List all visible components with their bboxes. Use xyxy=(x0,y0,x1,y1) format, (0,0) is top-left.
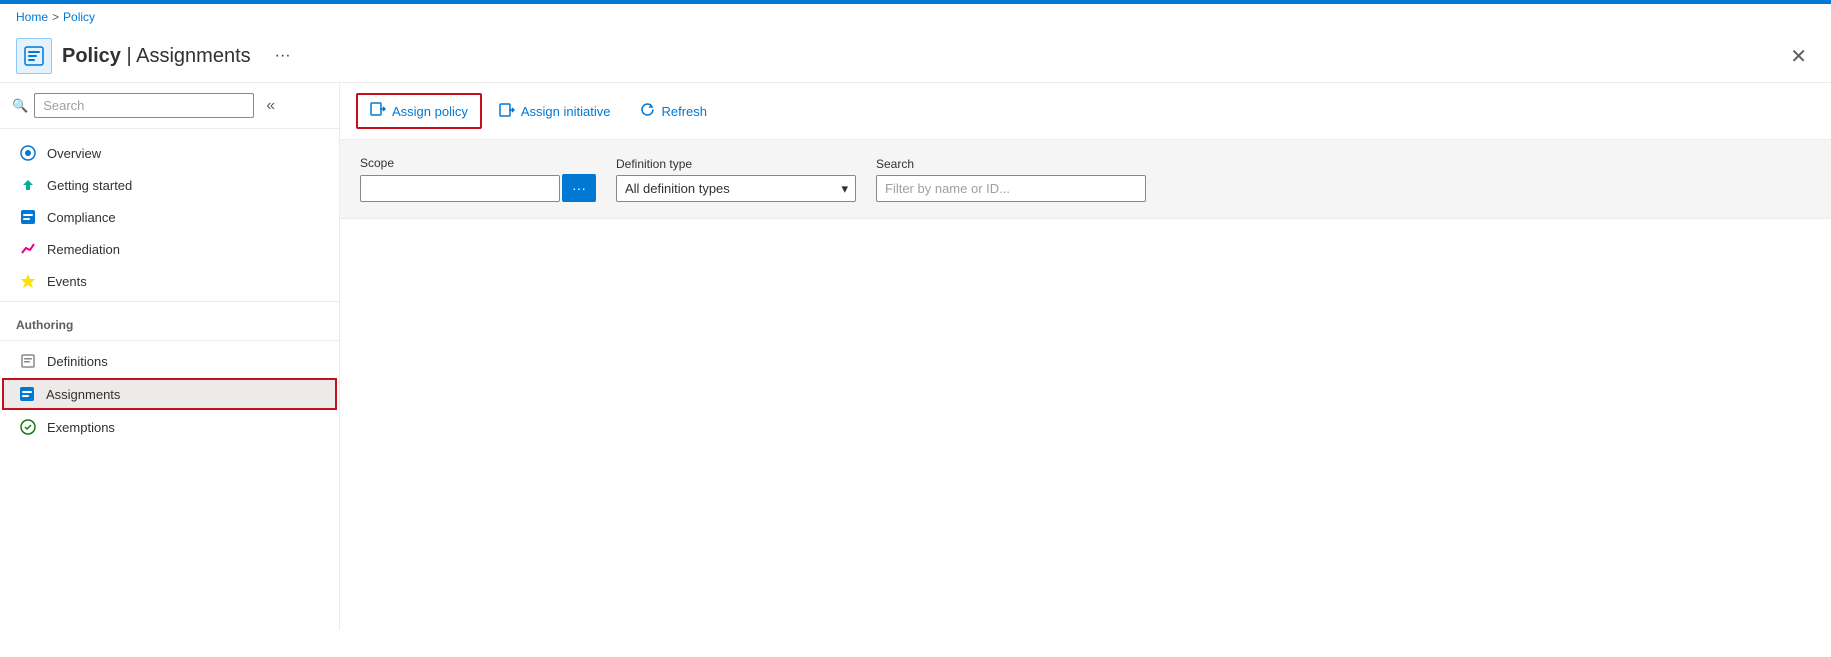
sidebar-item-getting-started-label: Getting started xyxy=(47,178,132,193)
refresh-icon xyxy=(640,102,655,120)
sidebar-item-overview[interactable]: Overview xyxy=(0,137,339,169)
refresh-button[interactable]: Refresh xyxy=(627,95,720,127)
assign-policy-button[interactable]: Assign policy xyxy=(356,93,482,129)
definition-type-label: Definition type xyxy=(616,157,856,171)
sidebar-item-definitions-label: Definitions xyxy=(47,354,108,369)
overview-icon xyxy=(19,144,37,162)
search-filter-input[interactable] xyxy=(876,175,1146,202)
sidebar-item-exemptions-label: Exemptions xyxy=(47,420,115,435)
authoring-divider2 xyxy=(0,340,339,341)
assign-policy-label: Assign policy xyxy=(392,104,468,119)
scope-browse-button[interactable]: ··· xyxy=(562,174,596,202)
refresh-label: Refresh xyxy=(661,104,707,119)
scope-label: Scope xyxy=(360,156,596,170)
sidebar-item-compliance[interactable]: Compliance xyxy=(0,201,339,233)
assign-initiative-label: Assign initiative xyxy=(521,104,611,119)
search-icon: 🔍 xyxy=(12,98,28,114)
compliance-icon xyxy=(19,208,37,226)
header-left: Policy | Assignments ··· xyxy=(16,38,299,74)
exemptions-icon xyxy=(19,418,37,436)
search-input[interactable] xyxy=(34,93,254,118)
definitions-icon xyxy=(19,352,37,370)
filter-bar: Scope ··· Definition type All definition… xyxy=(340,140,1831,219)
authoring-section-label: Authoring xyxy=(0,306,339,336)
nav-items: Overview Getting started Compliance Reme… xyxy=(0,129,339,451)
sidebar-item-remediation-label: Remediation xyxy=(47,242,120,257)
remediation-icon xyxy=(19,240,37,258)
breadcrumb-policy[interactable]: Policy xyxy=(63,10,95,24)
breadcrumb-separator: > xyxy=(52,10,59,24)
page-title: Policy | Assignments xyxy=(62,45,251,68)
sidebar-search-area: 🔍 « xyxy=(0,83,339,129)
search-filter-group: Search xyxy=(876,157,1146,202)
scope-input[interactable] xyxy=(360,175,560,202)
assign-policy-icon xyxy=(370,101,386,121)
policy-page-icon xyxy=(16,38,52,74)
sidebar-item-assignments-label: Assignments xyxy=(46,387,120,402)
definition-type-filter-group: Definition type All definition types Pol… xyxy=(616,157,856,202)
collapse-sidebar-button[interactable]: « xyxy=(260,95,281,117)
sidebar-item-events-label: Events xyxy=(47,274,87,289)
scope-filter-group: Scope ··· xyxy=(360,156,596,202)
main-layout: 🔍 « Overview Getting started xyxy=(0,83,1831,630)
assign-initiative-icon xyxy=(499,102,515,121)
page-header: Policy | Assignments ··· ✕ xyxy=(0,30,1831,83)
assignments-icon xyxy=(18,385,36,403)
sidebar-item-definitions[interactable]: Definitions xyxy=(0,345,339,377)
more-options-button[interactable]: ··· xyxy=(267,43,299,69)
search-filter-label: Search xyxy=(876,157,1146,171)
close-button[interactable]: ✕ xyxy=(1782,40,1815,73)
definition-type-select[interactable]: All definition types Policy Initiative xyxy=(616,175,856,202)
sidebar-item-events[interactable]: Events xyxy=(0,265,339,297)
definition-type-select-wrapper: All definition types Policy Initiative xyxy=(616,175,856,202)
sidebar-item-assignments[interactable]: Assignments xyxy=(2,378,337,410)
sidebar-item-compliance-label: Compliance xyxy=(47,210,116,225)
sidebar-item-overview-label: Overview xyxy=(47,146,101,161)
scope-input-group: ··· xyxy=(360,174,596,202)
content-area xyxy=(340,219,1831,630)
main-content: Assign policy Assign initiative Refresh xyxy=(340,83,1831,630)
sidebar-item-exemptions[interactable]: Exemptions xyxy=(0,411,339,443)
events-icon xyxy=(19,272,37,290)
assign-initiative-button[interactable]: Assign initiative xyxy=(486,95,624,128)
sidebar-item-getting-started[interactable]: Getting started xyxy=(0,169,339,201)
sidebar: 🔍 « Overview Getting started xyxy=(0,83,340,630)
toolbar: Assign policy Assign initiative Refresh xyxy=(340,83,1831,140)
breadcrumb-home[interactable]: Home xyxy=(16,10,48,24)
breadcrumb: Home > Policy xyxy=(0,4,1831,30)
getting-started-icon xyxy=(19,176,37,194)
authoring-divider xyxy=(0,301,339,302)
sidebar-item-remediation[interactable]: Remediation xyxy=(0,233,339,265)
